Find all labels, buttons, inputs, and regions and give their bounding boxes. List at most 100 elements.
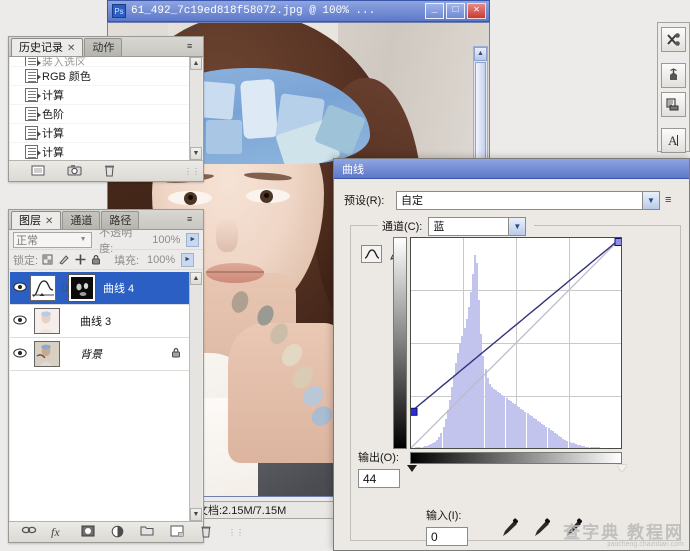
history-state-icon <box>25 145 38 159</box>
input-field[interactable]: 0 <box>426 527 468 546</box>
baseline-diagonal <box>411 238 621 448</box>
layer-thumbnail[interactable] <box>34 341 60 367</box>
document-title-bar[interactable]: Ps 61_492_7c19ed818f58072.jpg @ 100% ...… <box>107 0 490 22</box>
blend-mode-select[interactable]: 正常 ▼ <box>13 232 92 248</box>
lock-position-icon[interactable] <box>75 254 86 265</box>
layers-panel-menu-icon[interactable]: ≡ <box>187 214 200 225</box>
scroll-up-arrow-icon[interactable]: ▲ <box>190 272 202 285</box>
history-item-label: RGB 颜色 <box>42 68 91 84</box>
layer-style-fx-icon[interactable]: fx <box>51 525 65 539</box>
layer-name: 曲线 3 <box>64 313 189 329</box>
new-layer-icon[interactable] <box>170 525 184 539</box>
minimize-button[interactable]: _ <box>425 3 444 19</box>
tab-close-icon[interactable]: ✕ <box>45 216 53 227</box>
history-state-icon <box>25 126 38 140</box>
new-document-icon[interactable] <box>31 164 45 178</box>
tool-presets-icon[interactable] <box>661 27 686 52</box>
lock-all-icon[interactable] <box>91 254 101 265</box>
tab-layers[interactable]: 图层✕ <box>11 211 61 229</box>
history-panel-tabbar: 历史记录✕ 动作 ≡ <box>9 37 203 57</box>
scroll-up-arrow-icon[interactable]: ▲ <box>474 47 487 61</box>
channel-select[interactable]: 蓝 ▼ <box>428 217 526 236</box>
control-point-highlight[interactable] <box>615 239 621 246</box>
curves-dialog-title-bar[interactable]: 曲线 <box>334 159 689 179</box>
list-item[interactable]: 装入选区 <box>10 57 189 67</box>
layer-name: 曲线 4 <box>99 280 189 296</box>
curve-plot[interactable] <box>411 238 621 448</box>
black-point-eyedropper[interactable] <box>501 517 521 539</box>
blend-opacity-row: 正常 ▼ 不透明度: 100% ► <box>9 230 203 250</box>
layer-visibility-icon[interactable] <box>10 348 30 361</box>
table-row[interactable]: 曲线 3 <box>10 305 189 338</box>
list-item[interactable]: 计算 <box>10 86 189 105</box>
tab-close-icon[interactable]: ✕ <box>67 43 75 54</box>
history-state-list[interactable]: 装入选区 RGB 颜色 计算 色阶 计算 <box>10 57 189 160</box>
list-item[interactable]: 计算 <box>10 143 189 160</box>
lock-image-pixels-icon[interactable] <box>58 254 70 265</box>
panel-resize-grip[interactable]: ⋮⋮ <box>184 167 203 176</box>
output-field[interactable]: 44 <box>358 469 400 488</box>
close-button[interactable]: ✕ <box>467 3 486 19</box>
link-layers-icon[interactable] <box>21 525 35 539</box>
table-row[interactable]: ⚇ 曲线 4 <box>10 272 189 305</box>
clone-source-icon[interactable] <box>661 92 686 117</box>
document-title-text: 61_492_7c19ed818f58072.jpg @ 100% ... <box>131 5 375 17</box>
opacity-value[interactable]: 100% <box>148 232 182 247</box>
black-input-marker[interactable] <box>407 465 417 472</box>
tab-actions[interactable]: 动作 <box>84 38 122 56</box>
scroll-down-arrow-icon[interactable]: ▼ <box>190 508 202 521</box>
delete-layer-icon[interactable] <box>200 525 212 539</box>
history-panel-footer: ⋮⋮ <box>9 160 203 181</box>
list-item[interactable]: 色阶 <box>10 105 189 124</box>
curve-tool-icon[interactable] <box>361 245 382 263</box>
lock-transparent-pixels-icon[interactable] <box>42 254 53 265</box>
curves-graph[interactable] <box>393 237 649 467</box>
fill-value[interactable]: 100% <box>143 252 177 267</box>
mask-link-icon[interactable]: ⚇ <box>60 283 69 294</box>
add-mask-icon[interactable] <box>81 525 95 539</box>
brushes-icon[interactable] <box>661 63 686 88</box>
character-icon[interactable]: A <box>661 128 686 153</box>
lock-buttons <box>42 254 101 265</box>
list-item[interactable]: RGB 颜色 <box>10 67 189 86</box>
tab-actions-label: 动作 <box>92 42 114 54</box>
opacity-slider-button[interactable]: ► <box>186 233 199 247</box>
history-panel-menu-icon[interactable]: ≡ <box>187 41 200 52</box>
layers-scrollbar[interactable]: ▲ ▼ <box>189 272 202 521</box>
tab-paths[interactable]: 路径 <box>101 211 139 229</box>
adjustment-layer-icon[interactable] <box>111 525 124 539</box>
history-panel: – ✕ 历史记录✕ 动作 ≡ 装入选区 RGB 颜色 <box>8 36 204 182</box>
gray-point-eyedropper[interactable] <box>533 517 553 539</box>
delete-state-icon[interactable] <box>103 164 117 178</box>
scroll-down-arrow-icon[interactable]: ▼ <box>190 147 202 160</box>
channel-label: 通道(C): <box>382 218 422 234</box>
history-item-label: 计算 <box>42 87 64 103</box>
preset-select[interactable]: 自定 ▼ <box>396 191 660 210</box>
history-state-icon <box>25 88 38 102</box>
layer-thumbnail[interactable] <box>34 308 60 334</box>
output-value: 44 <box>363 472 376 486</box>
new-snapshot-icon[interactable] <box>67 164 81 178</box>
history-scrollbar[interactable]: ▲ ▼ <box>189 57 202 160</box>
preset-label: 预设(R): <box>344 192 396 208</box>
layer-thumbnail[interactable] <box>30 275 56 301</box>
curve-grid[interactable] <box>410 237 622 449</box>
preset-options-menu-icon[interactable]: ≡ <box>665 194 671 206</box>
fill-slider-button[interactable]: ► <box>181 253 194 267</box>
layer-mask-thumbnail[interactable] <box>69 275 95 301</box>
control-point-shadow[interactable] <box>411 408 417 415</box>
layer-visibility-icon[interactable] <box>10 282 30 295</box>
white-input-marker[interactable] <box>617 465 627 472</box>
panel-resize-grip[interactable]: ⋮⋮ <box>228 528 247 537</box>
new-group-icon[interactable] <box>140 525 154 539</box>
layer-list[interactable]: ⚇ 曲线 4 <box>10 272 189 521</box>
panel-collapse-controls[interactable]: – ✕ <box>183 25 200 36</box>
table-row[interactable]: 背景 <box>10 338 189 371</box>
maximize-button[interactable]: □ <box>446 3 465 19</box>
list-item[interactable]: 计算 <box>10 124 189 143</box>
input-gradient-bar <box>410 452 622 464</box>
scroll-up-arrow-icon[interactable]: ▲ <box>190 57 202 70</box>
tab-history[interactable]: 历史记录✕ <box>11 38 83 56</box>
tab-channels[interactable]: 通道 <box>62 211 100 229</box>
layer-visibility-icon[interactable] <box>10 315 30 328</box>
